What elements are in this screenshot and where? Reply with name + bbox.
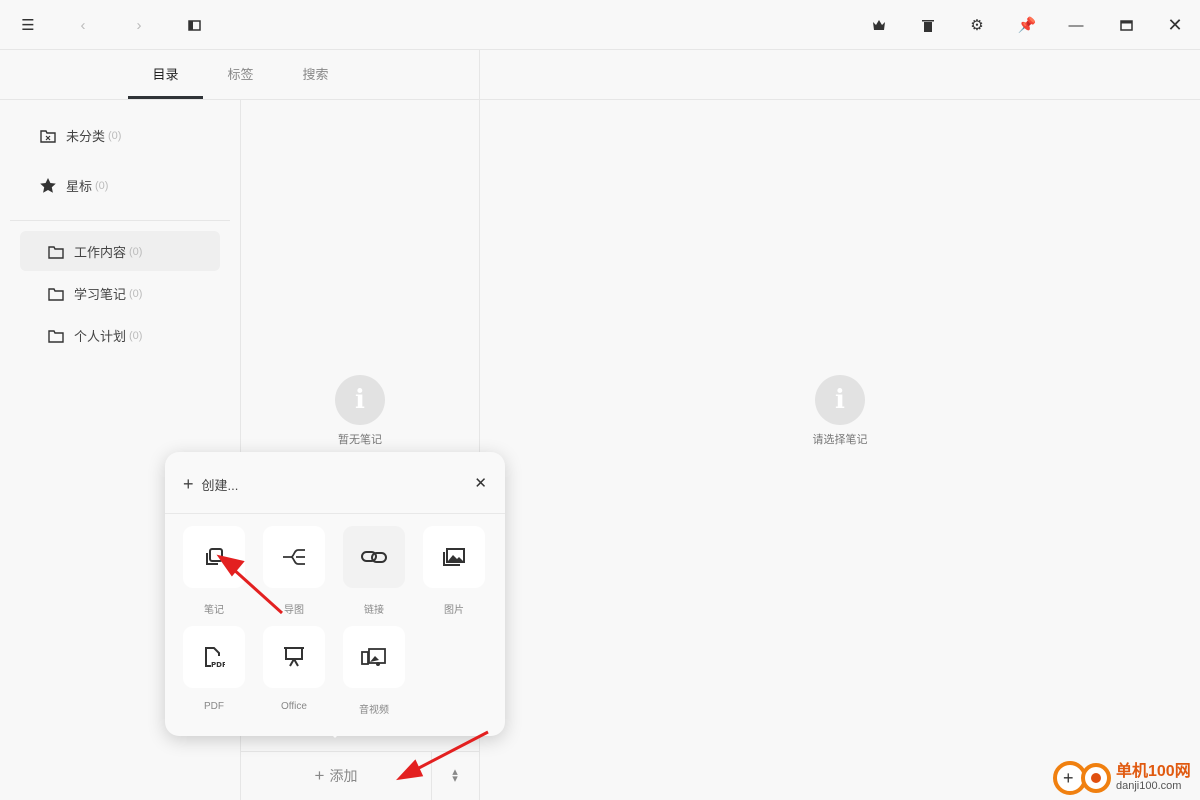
annotation-arrowhead (216, 554, 245, 577)
annotation-arrows (216, 554, 489, 781)
watermark-logo: + 单机100网 danji100.com (1050, 755, 1200, 800)
annotation-arrowhead (395, 759, 424, 781)
watermark-text: 单机100网 (1116, 762, 1191, 780)
watermark-sub: danji100.com (1116, 780, 1182, 793)
annotation-arrow (230, 566, 284, 615)
annotation-arrow (414, 730, 489, 772)
svg-text:+: + (1063, 768, 1074, 788)
